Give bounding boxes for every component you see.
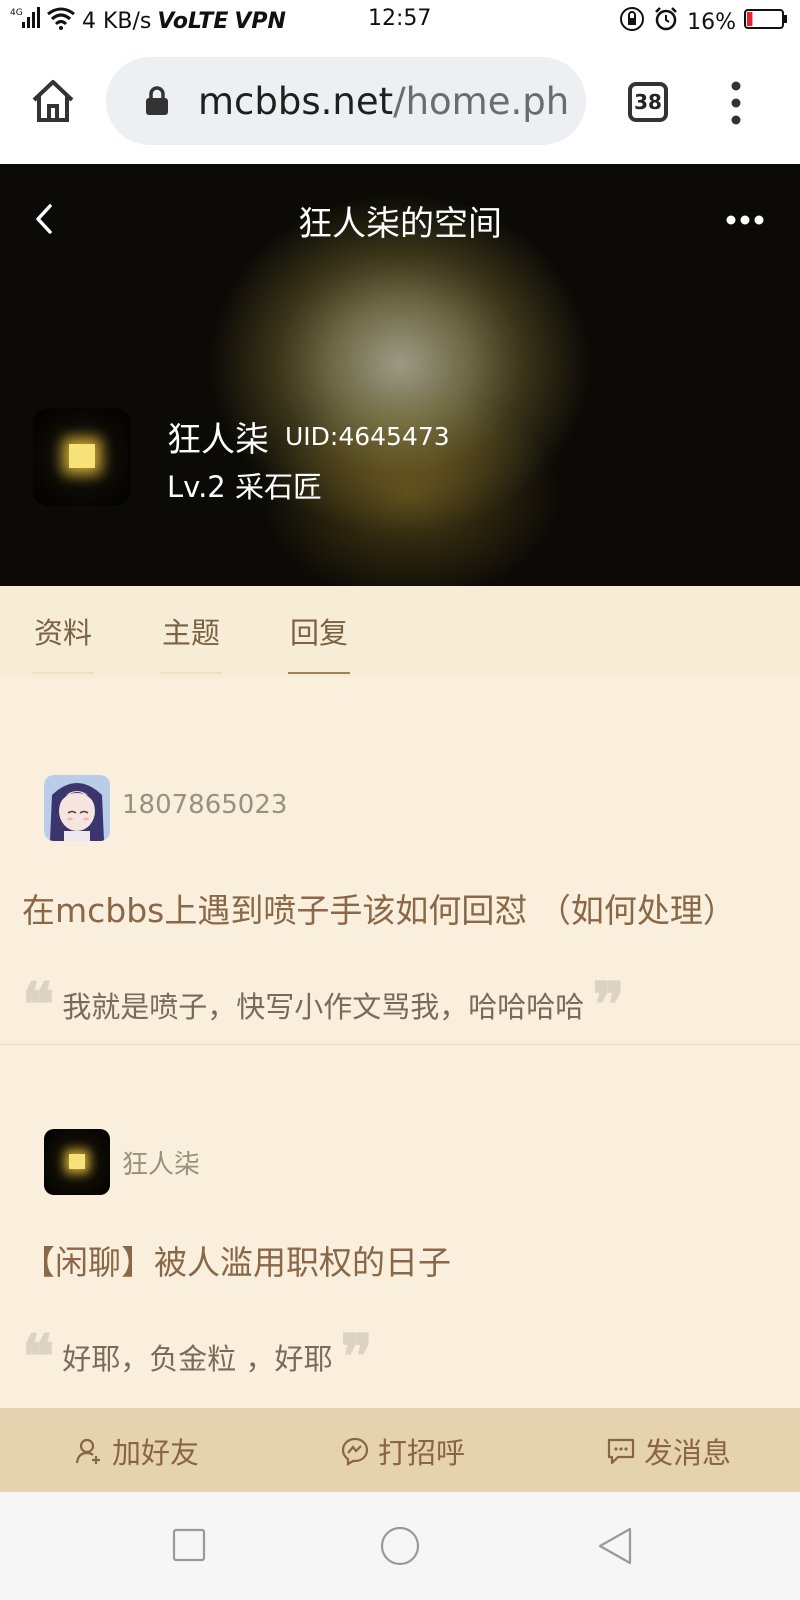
post-author-name[interactable]: 1807865023: [122, 790, 287, 820]
home-nav-icon[interactable]: [380, 1526, 420, 1566]
address-bar[interactable]: mcbbs.net/home.ph: [106, 57, 586, 145]
post-author-avatar[interactable]: [44, 1129, 110, 1195]
profile-level: Lv.2 采石匠: [167, 470, 322, 504]
volte-label: VoLTE: [157, 8, 229, 34]
tab-replies[interactable]: 回复: [290, 610, 348, 652]
url-path: /home.ph: [393, 79, 570, 123]
home-icon[interactable]: [28, 76, 78, 126]
system-nav-bar: [0, 1492, 800, 1600]
chat-bubble-icon: [607, 1438, 635, 1465]
browser-menu-icon[interactable]: [726, 78, 746, 128]
recent-apps-icon[interactable]: [172, 1528, 206, 1562]
send-message-label: 发消息: [644, 1436, 732, 1470]
url-domain: mcbbs.net: [198, 79, 394, 123]
url-text: mcbbs.net/home.ph: [198, 80, 569, 123]
tab-bar: [0, 586, 800, 678]
greet-label: 打招呼: [378, 1436, 466, 1470]
add-friend-button[interactable]: 加好友: [74, 1430, 199, 1472]
avatar-glow-square: [69, 1154, 85, 1169]
post-title[interactable]: 【闲聊】被人滥用职权的日子: [22, 1236, 451, 1284]
back-nav-icon[interactable]: [596, 1526, 634, 1566]
tab-threads[interactable]: 主题: [162, 610, 220, 652]
profile-username: 狂人柒: [167, 420, 269, 460]
alarm-icon: [653, 6, 679, 38]
profile-uid: UID:4645473: [285, 422, 450, 451]
tab-replies-underline: [288, 672, 350, 674]
clock: 12:57: [368, 6, 432, 31]
avatar-glow-square: [69, 444, 95, 468]
tab-profile-underline: [32, 672, 94, 674]
add-user-icon: [75, 1438, 100, 1464]
more-options-icon[interactable]: [725, 205, 765, 235]
tab-profile[interactable]: 资料: [34, 610, 92, 652]
send-message-button[interactable]: 发消息: [606, 1430, 731, 1472]
net-speed: 4 KB/s: [82, 8, 152, 34]
post-author-name[interactable]: 狂人柒: [122, 1144, 200, 1181]
post-title[interactable]: 在mcbbs上遇到喷子手该如何回怼 （如何处理）: [22, 884, 736, 932]
vpn-label: VPN: [234, 8, 286, 34]
page-title: 狂人柒的空间: [298, 204, 502, 244]
tab-count: 38: [634, 90, 662, 114]
post-quote-text: 我就是喷子，快写小作文骂我，哈哈哈哈: [62, 990, 585, 1024]
tab-threads-underline: [160, 672, 222, 674]
reply-list: [0, 678, 800, 1408]
post-divider: [0, 1044, 800, 1045]
post-quote-text: 好耶，负金粒 ，好耶: [62, 1342, 333, 1376]
tab-switcher-button[interactable]: 38: [628, 82, 668, 122]
post-quote: ❝ 好耶，负金粒 ，好耶 ❞: [22, 1322, 373, 1392]
greet-button[interactable]: 打招呼: [340, 1430, 465, 1472]
add-friend-label: 加好友: [112, 1436, 200, 1470]
post-quote: ❝ 我就是喷子，快写小作文骂我，哈哈哈哈 ❞: [22, 970, 625, 1040]
rotation-lock-icon: [619, 6, 645, 38]
post-author-avatar[interactable]: [44, 775, 110, 841]
messenger-icon: [341, 1437, 369, 1466]
status-bar: 4G 4 KB/s VoLTE VPN 12:57 16%: [0, 0, 800, 42]
profile-avatar[interactable]: [33, 408, 131, 506]
svg-text:4G: 4G: [10, 8, 23, 18]
wifi-icon: [46, 6, 76, 36]
battery-icon: [744, 8, 788, 36]
signal-icon: 4G: [10, 6, 40, 36]
battery-percent: 16%: [687, 9, 736, 35]
lock-icon: [146, 86, 168, 115]
